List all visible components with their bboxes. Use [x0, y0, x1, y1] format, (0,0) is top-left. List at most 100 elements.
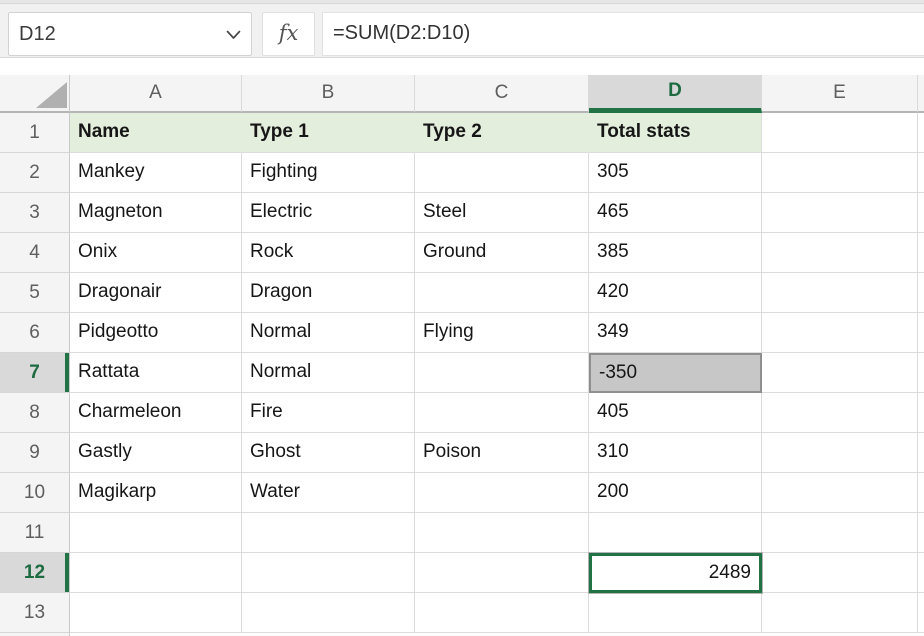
cell-partial-row-12[interactable]: [918, 553, 924, 593]
cell-D1[interactable]: Total stats: [589, 113, 762, 153]
cell-partial-row-4[interactable]: [918, 233, 924, 273]
cell-C3[interactable]: Steel: [415, 193, 589, 233]
cell-B4[interactable]: Rock: [242, 233, 415, 273]
cell-C7[interactable]: [415, 353, 589, 393]
cell-partial-row-1[interactable]: [918, 113, 924, 153]
cell-B1[interactable]: Type 1: [242, 113, 415, 153]
chevron-down-icon[interactable]: [226, 30, 241, 40]
cell-C6[interactable]: Flying: [415, 313, 589, 353]
cell-D13[interactable]: [589, 593, 762, 633]
cell-partial-row-5[interactable]: [918, 273, 924, 313]
cell-partial-row-6[interactable]: [918, 313, 924, 353]
cell-E10[interactable]: [762, 473, 918, 513]
cell-D8[interactable]: 405: [589, 393, 762, 433]
cell-D12[interactable]: 2489: [589, 553, 762, 593]
cell-D4[interactable]: 385: [589, 233, 762, 273]
cell-D3[interactable]: 465: [589, 193, 762, 233]
cell-C1[interactable]: Type 2: [415, 113, 589, 153]
cell-D7[interactable]: -350: [589, 353, 762, 393]
cell-C4[interactable]: Ground: [415, 233, 589, 273]
cell-B3[interactable]: Electric: [242, 193, 415, 233]
cell-D9[interactable]: 310: [589, 433, 762, 473]
column-header-D[interactable]: D: [589, 75, 762, 113]
cell-B9[interactable]: Ghost: [242, 433, 415, 473]
cell-partial-row-9[interactable]: [918, 433, 924, 473]
column-header-C[interactable]: C: [415, 75, 589, 113]
cell-E3[interactable]: [762, 193, 918, 233]
cell-C12[interactable]: [415, 553, 589, 593]
cell-A2[interactable]: Mankey: [70, 153, 242, 193]
cell-C2[interactable]: [415, 153, 589, 193]
select-all-corner[interactable]: [0, 75, 70, 113]
row-header-8[interactable]: 8: [0, 393, 70, 433]
cell-B5[interactable]: Dragon: [242, 273, 415, 313]
cell-A8[interactable]: Charmeleon: [70, 393, 242, 433]
cell-partial-row-8[interactable]: [918, 393, 924, 433]
cell-D6[interactable]: 349: [589, 313, 762, 353]
row-header-3[interactable]: 3: [0, 193, 70, 233]
cell-E11[interactable]: [762, 513, 918, 553]
cell-E5[interactable]: [762, 273, 918, 313]
formula-input[interactable]: =SUM(D2:D10): [322, 12, 924, 56]
cell-E1[interactable]: [762, 113, 918, 153]
cell-E9[interactable]: [762, 433, 918, 473]
cell-partial-row-7[interactable]: [918, 353, 924, 393]
cell-E12[interactable]: [762, 553, 918, 593]
cell-A10[interactable]: Magikarp: [70, 473, 242, 513]
row-header-1[interactable]: 1: [0, 113, 70, 153]
cell-C9[interactable]: Poison: [415, 433, 589, 473]
cell-A6[interactable]: Pidgeotto: [70, 313, 242, 353]
cell-A11[interactable]: [70, 513, 242, 553]
cell-C10[interactable]: [415, 473, 589, 513]
cell-E2[interactable]: [762, 153, 918, 193]
cell-A7[interactable]: Rattata: [70, 353, 242, 393]
cell-A9[interactable]: Gastly: [70, 433, 242, 473]
cell-E7[interactable]: [762, 353, 918, 393]
insert-function-button[interactable]: fx: [262, 12, 315, 56]
row-header-9[interactable]: 9: [0, 433, 70, 473]
row-header-7[interactable]: 7: [0, 353, 70, 393]
cell-C8[interactable]: [415, 393, 589, 433]
cell-partial-row-10[interactable]: [918, 473, 924, 513]
cell-B10[interactable]: Water: [242, 473, 415, 513]
cell-partial-row-3[interactable]: [918, 193, 924, 233]
cell-B11[interactable]: [242, 513, 415, 553]
name-box[interactable]: D12: [8, 12, 252, 56]
cell-B2[interactable]: Fighting: [242, 153, 415, 193]
cell-A5[interactable]: Dragonair: [70, 273, 242, 313]
row-header-5[interactable]: 5: [0, 273, 70, 313]
cell-E6[interactable]: [762, 313, 918, 353]
cell-C5[interactable]: [415, 273, 589, 313]
row-header-6[interactable]: 6: [0, 313, 70, 353]
cell-A12[interactable]: [70, 553, 242, 593]
cell-E4[interactable]: [762, 233, 918, 273]
cell-C13[interactable]: [415, 593, 589, 633]
column-header-E[interactable]: E: [762, 75, 918, 113]
column-header-A[interactable]: A: [70, 75, 242, 113]
cell-partial-row-13[interactable]: [918, 593, 924, 633]
cell-A4[interactable]: Onix: [70, 233, 242, 273]
cell-A13[interactable]: [70, 593, 242, 633]
cell-A1[interactable]: Name: [70, 113, 242, 153]
cell-D11[interactable]: [589, 513, 762, 553]
cell-partial-row-2[interactable]: [918, 153, 924, 193]
cell-B8[interactable]: Fire: [242, 393, 415, 433]
cell-A3[interactable]: Magneton: [70, 193, 242, 233]
cell-C11[interactable]: [415, 513, 589, 553]
row-header-12[interactable]: 12: [0, 553, 70, 593]
row-header-2[interactable]: 2: [0, 153, 70, 193]
row-header-10[interactable]: 10: [0, 473, 70, 513]
cell-partial-row-11[interactable]: [918, 513, 924, 553]
row-header-4[interactable]: 4: [0, 233, 70, 273]
cell-B7[interactable]: Normal: [242, 353, 415, 393]
cell-B12[interactable]: [242, 553, 415, 593]
row-header-11[interactable]: 11: [0, 513, 70, 553]
cell-B13[interactable]: [242, 593, 415, 633]
column-header-B[interactable]: B: [242, 75, 415, 113]
cell-D2[interactable]: 305: [589, 153, 762, 193]
cell-E13[interactable]: [762, 593, 918, 633]
cell-D5[interactable]: 420: [589, 273, 762, 313]
row-header-13[interactable]: 13: [0, 593, 70, 633]
cell-B6[interactable]: Normal: [242, 313, 415, 353]
cell-D10[interactable]: 200: [589, 473, 762, 513]
